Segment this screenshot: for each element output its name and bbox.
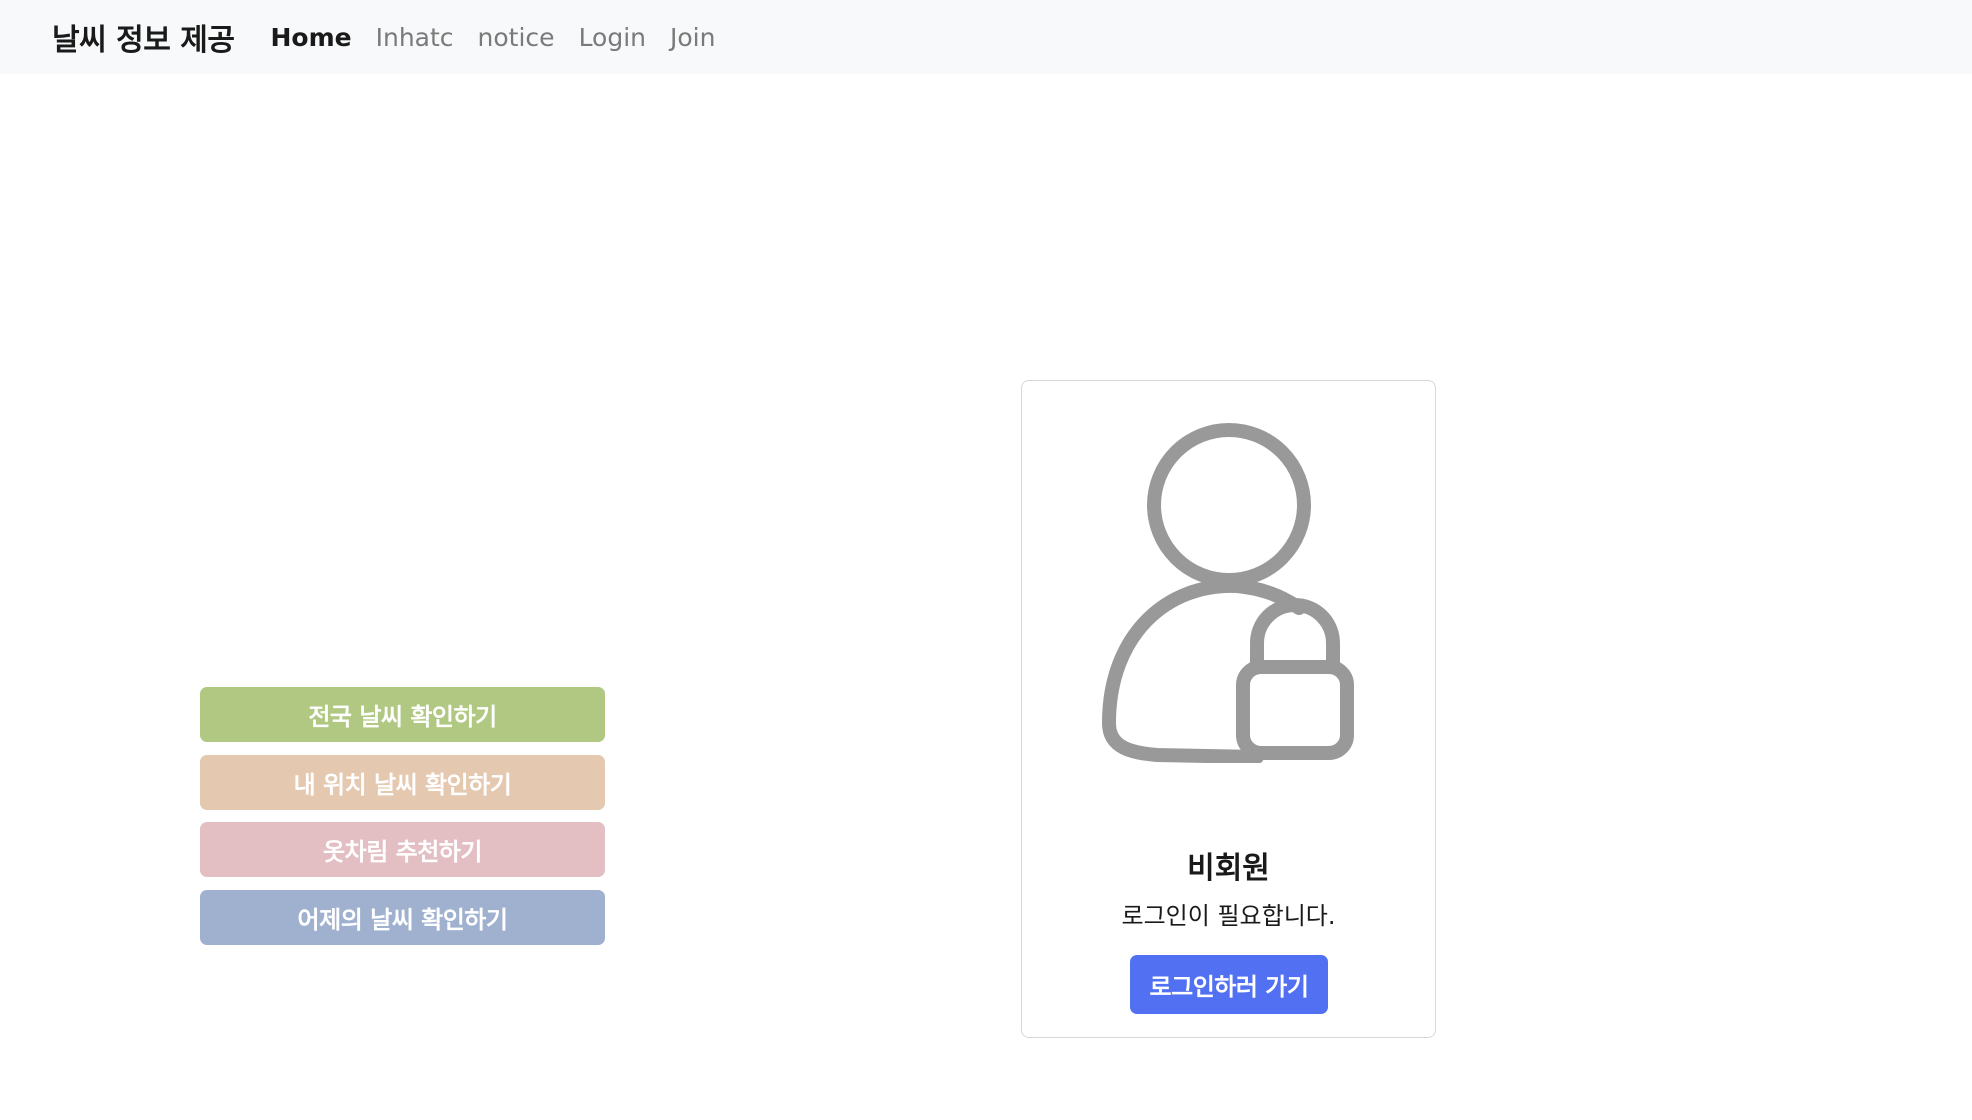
user-lock-icon — [1102, 423, 1354, 763]
yesterday-weather-button[interactable]: 어제의 날씨 확인하기 — [200, 889, 605, 945]
nav-link-login[interactable]: Login — [579, 23, 646, 52]
guest-card: 비회원 로그인이 필요합니다. 로그인하러 가기 — [1021, 380, 1436, 1038]
nav-link-notice[interactable]: notice — [478, 23, 555, 52]
nav-link-home[interactable]: Home — [271, 23, 352, 52]
login-required-text: 로그인이 필요합니다. — [1121, 902, 1336, 930]
card-title: 비회원 — [1187, 851, 1270, 886]
weather-menu: 전국 날씨 확인하기 내 위치 날씨 확인하기 옷차림 추천하기 어제의 날씨 … — [200, 687, 605, 957]
top-navbar: 날씨 정보 제공 Home Inhatc notice Login Join — [0, 0, 1972, 74]
my-location-weather-button[interactable]: 내 위치 날씨 확인하기 — [200, 754, 605, 810]
brand-title[interactable]: 날씨 정보 제공 — [52, 15, 235, 59]
outfit-recommend-button[interactable]: 옷차림 추천하기 — [200, 822, 605, 877]
nav-link-inhatc[interactable]: Inhatc — [376, 23, 454, 52]
national-weather-button[interactable]: 전국 날씨 확인하기 — [200, 687, 605, 742]
nav-link-join[interactable]: Join — [670, 23, 715, 52]
go-login-button[interactable]: 로그인하러 가기 — [1130, 955, 1328, 1014]
